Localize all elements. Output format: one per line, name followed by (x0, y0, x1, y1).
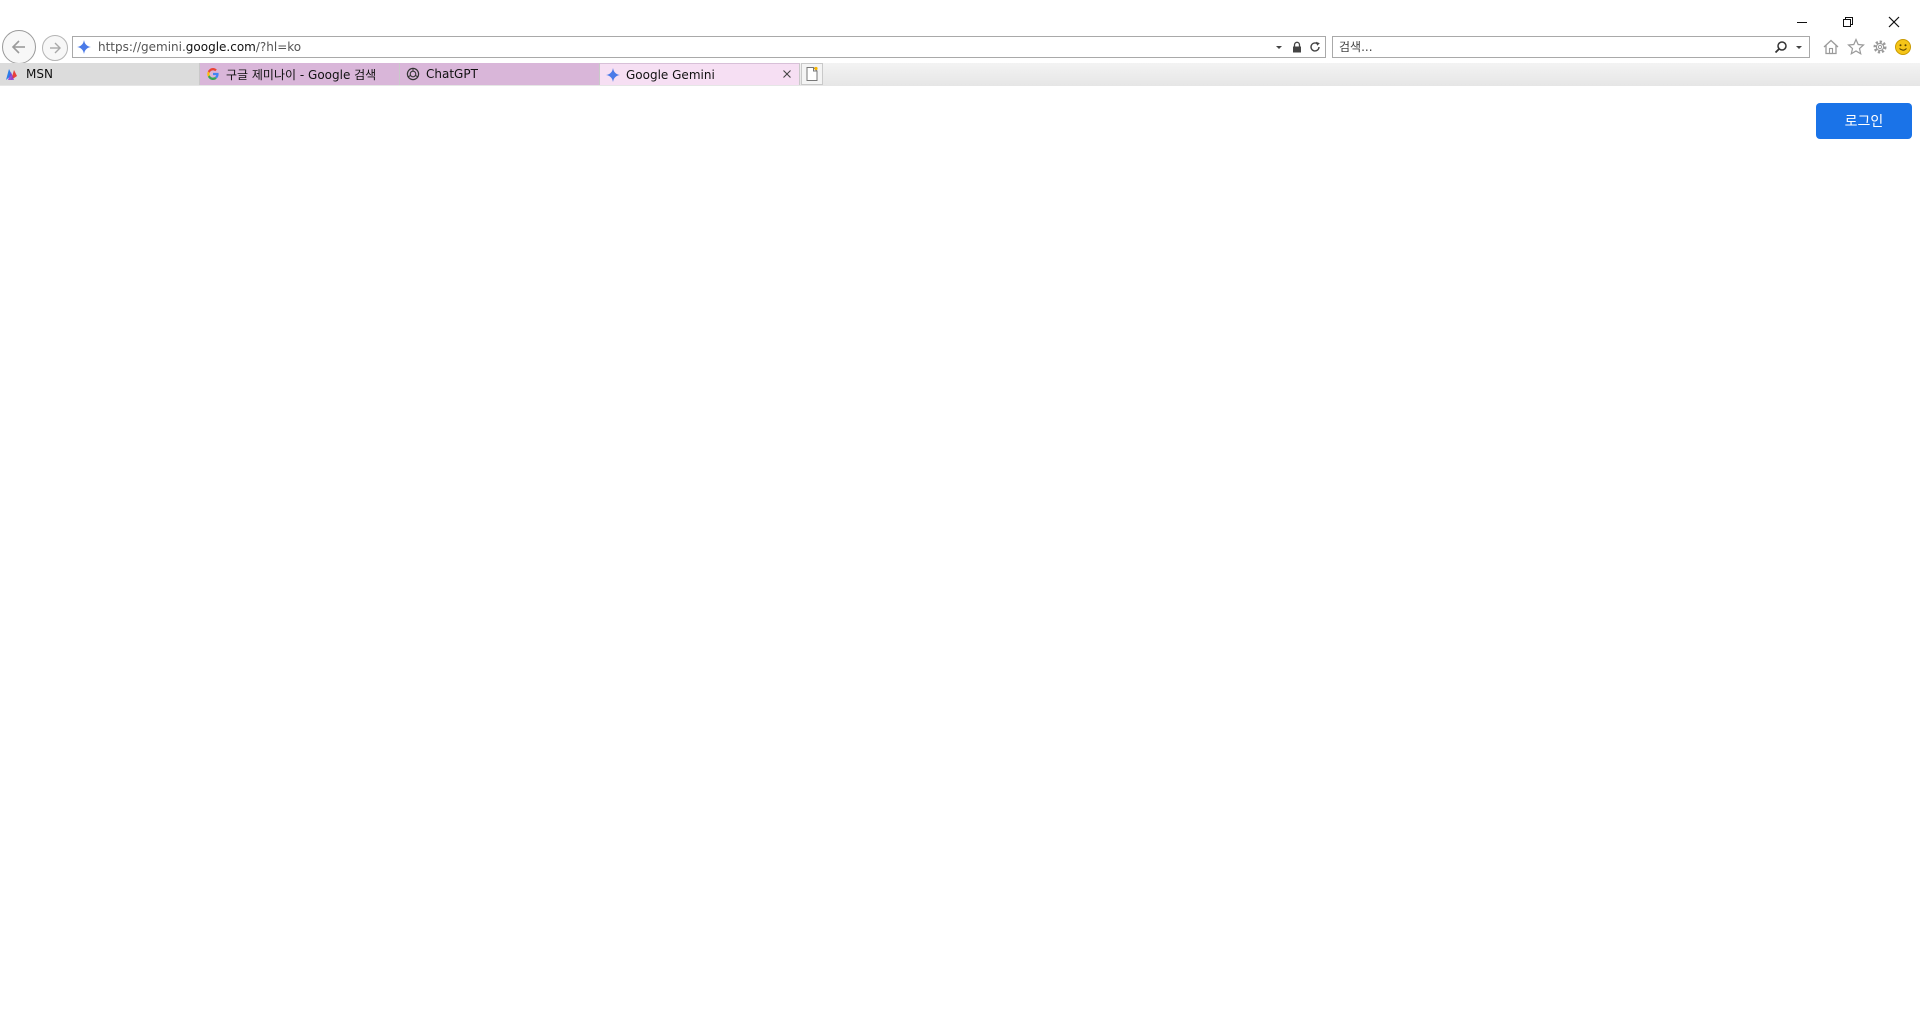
page-content: 로그인 (0, 86, 1920, 1009)
close-window-button[interactable] (1878, 10, 1910, 34)
address-dropdown-icon[interactable] (1271, 38, 1287, 56)
tab-msn[interactable]: MSN (0, 63, 200, 85)
google-icon (205, 66, 221, 82)
search-input[interactable] (1339, 38, 1773, 56)
restore-button[interactable] (1832, 10, 1864, 34)
search-dropdown-icon[interactable] (1791, 38, 1807, 56)
tab-label: MSN (26, 67, 53, 81)
msn-icon (5, 66, 21, 82)
forward-arrow-icon (50, 42, 61, 54)
minimize-button[interactable] (1786, 10, 1818, 34)
tab-close-icon[interactable] (780, 67, 794, 81)
browser-chrome: https://gemini.google.com/?hl=ko 검색... M… (0, 0, 1920, 86)
minimize-icon (1797, 22, 1807, 23)
restore-icon (1843, 17, 1853, 27)
tab-chatgpt[interactable]: ChatGPT (400, 63, 600, 85)
chatgpt-icon (405, 66, 421, 82)
smiley-feedback-icon[interactable] (1892, 36, 1914, 58)
gemini-favicon-icon (76, 39, 92, 55)
forward-button[interactable] (42, 35, 68, 61)
gemini-icon (605, 67, 621, 83)
gear-icon[interactable] (1869, 36, 1891, 58)
favorites-star-icon[interactable] (1845, 36, 1867, 58)
url-suffix: /?hl=ko (255, 40, 302, 54)
refresh-icon[interactable] (1307, 38, 1323, 56)
new-tab-icon (806, 66, 818, 81)
new-tab-button[interactable] (801, 63, 823, 85)
search-icon[interactable] (1773, 38, 1789, 56)
tab-strip: MSN 구글 제미나이 - Google 검색 ChatGPT Google G… (0, 63, 1920, 86)
tab-label: Google Gemini (626, 67, 715, 82)
search-box[interactable] (1332, 36, 1810, 58)
login-button[interactable]: 로그인 (1816, 103, 1912, 139)
address-url[interactable]: https://gemini.google.com/?hl=ko (98, 40, 1271, 54)
back-button[interactable] (2, 30, 36, 64)
tab-label: ChatGPT (426, 67, 478, 81)
tab-label: 구글 제미나이 - Google 검색 (226, 67, 377, 82)
home-icon[interactable] (1820, 36, 1842, 58)
close-icon (1888, 16, 1900, 28)
tab-google-gemini[interactable]: Google Gemini (600, 63, 800, 85)
tab-google-search[interactable]: 구글 제미나이 - Google 검색 (200, 63, 400, 85)
address-bar[interactable]: https://gemini.google.com/?hl=ko (72, 36, 1326, 58)
url-prefix: https://gemini. (98, 40, 186, 54)
back-arrow-icon (11, 40, 25, 54)
url-host: google.com (185, 40, 256, 54)
lock-icon[interactable] (1289, 38, 1305, 56)
